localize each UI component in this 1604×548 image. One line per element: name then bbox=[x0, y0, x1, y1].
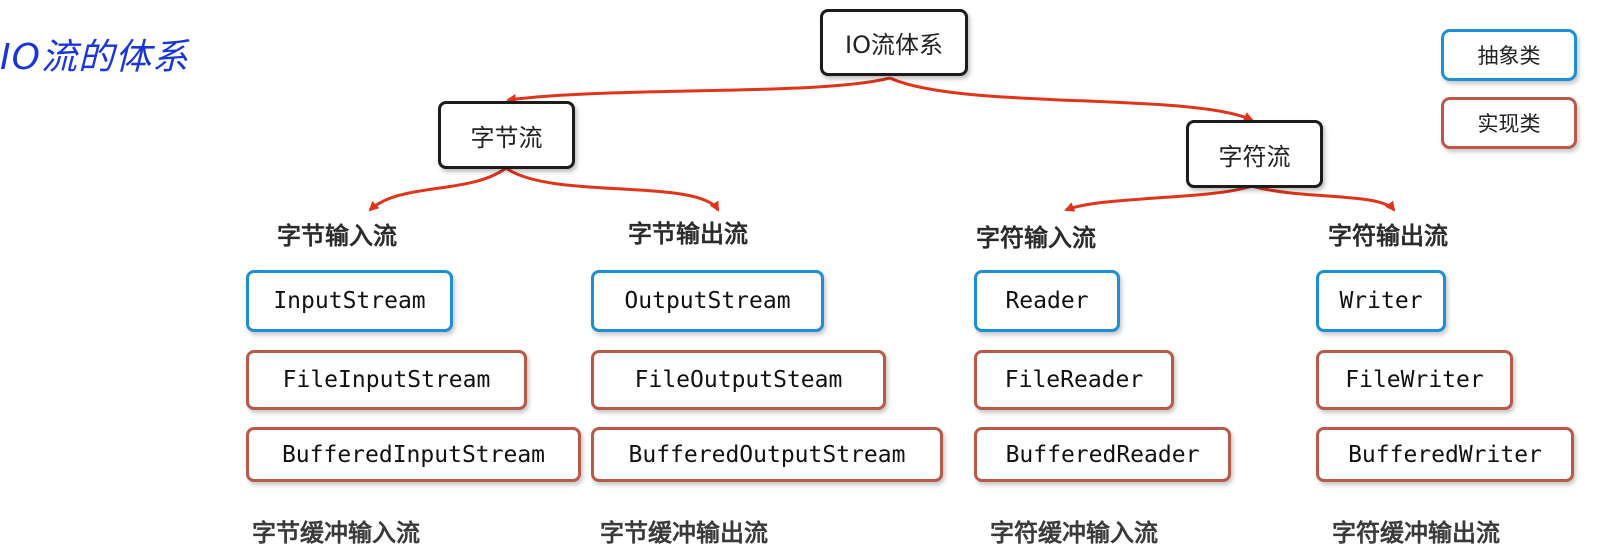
class-box-reader: Reader bbox=[974, 270, 1120, 332]
legend-abstract: 抽象类 bbox=[1441, 29, 1577, 81]
class-box-filewriter: FileWriter bbox=[1316, 350, 1513, 410]
char-buffered-input-caption: 字符缓冲输入流 bbox=[990, 519, 1158, 547]
byte-buffered-output-caption: 字节缓冲输出流 bbox=[600, 519, 768, 547]
class-box-bufferedreader: BufferedReader bbox=[974, 427, 1231, 482]
byte-input-heading: 字节输入流 bbox=[277, 222, 397, 250]
byte-stream-node: 字节流 bbox=[438, 101, 575, 169]
class-box-fileinputstream: FileInputStream bbox=[246, 350, 527, 410]
class-box-fileoutputsteam: FileOutputSteam bbox=[591, 350, 886, 410]
class-box-filereader: FileReader bbox=[974, 350, 1174, 410]
root-node: IO流体系 bbox=[820, 9, 968, 76]
class-box-outputstream: OutputStream bbox=[591, 270, 824, 332]
arrow-char-to-output bbox=[1251, 184, 1396, 212]
char-buffered-output-caption: 字符缓冲输出流 bbox=[1332, 519, 1500, 547]
byte-buffered-input-caption: 字节缓冲输入流 bbox=[252, 519, 420, 547]
class-box-bufferedwriter: BufferedWriter bbox=[1316, 427, 1574, 482]
char-stream-node: 字符流 bbox=[1186, 120, 1323, 188]
char-output-heading: 字符输出流 bbox=[1328, 222, 1448, 250]
arrow-root-to-byte bbox=[506, 76, 891, 104]
page-title: IO流的体系 bbox=[0, 37, 189, 78]
class-box-writer: Writer bbox=[1316, 270, 1446, 332]
class-box-inputstream: InputStream bbox=[246, 270, 453, 332]
class-box-bufferedinputstream: BufferedInputStream bbox=[246, 427, 581, 482]
arrow-char-to-input bbox=[1064, 184, 1253, 212]
arrow-byte-to-input bbox=[368, 166, 507, 212]
arrow-root-to-char bbox=[889, 76, 1254, 122]
char-input-heading: 字符输入流 bbox=[976, 224, 1096, 252]
legend-impl: 实现类 bbox=[1441, 97, 1577, 149]
class-box-bufferedoutputstream: BufferedOutputStream bbox=[591, 427, 943, 482]
byte-output-heading: 字节输出流 bbox=[628, 220, 748, 248]
arrow-byte-to-output bbox=[505, 166, 720, 212]
